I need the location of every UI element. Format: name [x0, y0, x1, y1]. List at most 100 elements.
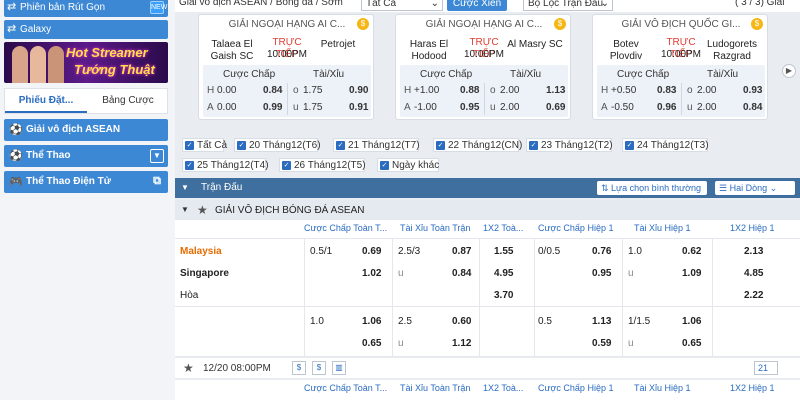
h1-ou-under-odd[interactable]: 1.09 [682, 268, 701, 279]
league-title: GIẢI VÔ ĐỊCH BÓNG ĐÁ ASEAN [215, 205, 365, 216]
handicap-odd[interactable]: 0.95 [460, 102, 479, 113]
date-filter-label: 20 Tháng12(T6) [249, 140, 321, 151]
match-card[interactable]: GIẢI NGOẠI HẠNG AI C... $ Talaea El Gaish … [198, 14, 374, 120]
nav-asean-championship[interactable]: ⚽ Giải vô địch ASEAN [4, 119, 168, 141]
sort-icon: ⇅ [601, 183, 612, 193]
alt-ou-over-odd[interactable]: 0.60 [452, 316, 471, 327]
alt-h1-ou-over-odd[interactable]: 1.06 [682, 316, 701, 327]
h1-x12-home-odd[interactable]: 2.13 [744, 246, 763, 257]
handicap-line: 0.00 [217, 85, 237, 96]
side-label: H [404, 85, 412, 96]
away-team: Petrojet [320, 39, 356, 50]
alt-h1-handicap-away-odd[interactable]: 0.59 [592, 338, 611, 349]
page-size-select[interactable]: 21 ⌄ [754, 361, 778, 385]
match-card[interactable]: GIẢI VÔ ĐỊCH QUỐC GI... $ Botev Plovdiv TRỰ… [592, 14, 768, 120]
handicap-odd[interactable]: 0.83 [657, 85, 676, 96]
column-divider [304, 238, 305, 356]
date-filter-checkbox[interactable]: ✓ 20 Tháng12(T6) [234, 138, 321, 152]
date-filter-checkbox[interactable]: ✓ 24 Tháng12(T3) [622, 138, 709, 152]
nav-sports[interactable]: ⚽ Thể Thao ▼ [4, 145, 168, 167]
alt-ou-under-odd[interactable]: 1.12 [452, 338, 471, 349]
handicap-odd[interactable]: 0.96 [657, 102, 676, 113]
chevron-down-icon[interactable]: ▼ [181, 183, 189, 192]
hot-streamer-banner[interactable]: Hot Streamer Tướng Thuật [4, 42, 168, 83]
chevron-down-icon[interactable]: ▼ [181, 205, 189, 214]
column-header: Cược Chấp Toàn T... [304, 223, 388, 233]
sort-mode-select[interactable]: ⇅ Lựa chọn bình thường ⌄ [597, 181, 707, 207]
nav-esports[interactable]: 🎮 Thể Thao Điện Tử ⧉ [4, 171, 168, 193]
line-mode-select[interactable]: ☰ Hai Dòng ⌄ [715, 181, 795, 195]
ou-odd[interactable]: 0.69 [546, 102, 565, 113]
handicap-home-odd[interactable]: 0.69 [362, 246, 381, 257]
streamer-figure [30, 46, 46, 83]
date-filter-checkbox[interactable]: ✓ 21 Tháng12(T7) [333, 138, 420, 152]
left-sidebar: ⇄ Phiên bản Rút Gọn NEW ⇄ Galaxy Hot Str… [0, 0, 175, 400]
alt-handicap-away-odd[interactable]: 0.65 [362, 338, 381, 349]
h1-handicap-home-odd[interactable]: 0.76 [592, 246, 611, 257]
h1-x12-away-odd[interactable]: 4.85 [744, 268, 763, 279]
dollar-icon[interactable]: $ [312, 361, 326, 375]
handicap-line: 0.5/1 [310, 246, 333, 257]
galaxy-label: Galaxy [20, 24, 52, 35]
ou-odd[interactable]: 1.13 [546, 85, 565, 96]
ou-line: 2.5/3 [398, 246, 421, 257]
ou-odd[interactable]: 0.93 [743, 85, 762, 96]
x12-draw-odd[interactable]: 3.70 [494, 290, 513, 301]
ou-line: 2.00 [500, 85, 520, 96]
chevron-down-icon[interactable]: ▼ [150, 149, 164, 163]
chevron-right-icon[interactable]: ▶ [782, 64, 796, 78]
h1-x12-draw-odd[interactable]: 2.22 [744, 290, 763, 301]
nav-label: Thể Thao Điện Tử [26, 176, 112, 187]
ou-odd[interactable]: 0.91 [349, 102, 368, 113]
market-select[interactable]: Tất Cả ⌄ [361, 0, 443, 11]
odds-row: H +0.50 0.83 o 2.00 0.93 [597, 85, 765, 103]
h1-ou-over-odd[interactable]: 0.62 [682, 246, 701, 257]
ou-under-odd[interactable]: 0.84 [452, 268, 471, 279]
date-filter-checkbox[interactable]: ✓ Tất Cả [182, 138, 227, 152]
date-filter-checkbox[interactable]: ✓ 22 Tháng12(CN) [433, 138, 522, 152]
parlay-button[interactable]: Cược Xiên [447, 0, 507, 11]
h1-handicap-away-odd[interactable]: 0.95 [592, 268, 611, 279]
column-header: 1X2 Toà... [483, 383, 524, 393]
chevron-down-icon: ⌄ [430, 0, 439, 9]
tab-bet-list[interactable]: Bảng Cược [87, 89, 169, 113]
galaxy-button[interactable]: ⇄ Galaxy [4, 20, 168, 39]
alt-handicap-home-odd[interactable]: 1.06 [362, 316, 381, 327]
column-divider [479, 238, 480, 356]
ou-over-odd[interactable]: 0.87 [452, 246, 471, 257]
match-filter-select[interactable]: Bộ Lọc Trận Đấu ⌄ [523, 0, 613, 11]
handicap-odd[interactable]: 0.88 [460, 85, 479, 96]
handicap-odd[interactable]: 0.84 [263, 85, 282, 96]
ou-side: o [687, 85, 693, 96]
bet-tabs: Phiếu Đặt... Bảng Cược [4, 88, 168, 114]
card-league: GIẢI NGOẠI HẠNG AI C... [425, 19, 543, 30]
ou-odd[interactable]: 0.84 [743, 102, 762, 113]
tab-bet-slip[interactable]: Phiếu Đặt... [5, 89, 87, 113]
column-header: 1X2 Toà... [483, 223, 524, 233]
soccer-ball-icon: ⚽ [9, 124, 23, 136]
ou-line: 1.75 [303, 85, 323, 96]
column-header: 1X2 Hiệp 1 [730, 223, 775, 233]
date-filter-checkbox[interactable]: ✓ 26 Tháng12(T5) [279, 158, 366, 172]
coin-icon: $ [751, 18, 763, 30]
alt-h1-ou-under-odd[interactable]: 0.65 [682, 338, 701, 349]
breadcrumb: Giải vô địch ASEAN / Bóng đá / Sớm [179, 0, 343, 8]
alt-ou-line: 2.5 [398, 316, 412, 327]
league-row[interactable]: ▼ ★ GIẢI VÔ ĐỊCH BÓNG ĐÁ ASEAN [175, 200, 800, 220]
stats-icon[interactable]: ▥ [332, 361, 346, 375]
match-card[interactable]: GIẢI NGOẠI HẠNG AI C... $ Haras El Hodood T… [395, 14, 571, 120]
date-filter-checkbox[interactable]: ✓ Ngày khác [377, 158, 439, 172]
date-filter-checkbox[interactable]: ✓ 25 Tháng12(T4) [182, 158, 269, 172]
handicap-odd[interactable]: 0.99 [263, 102, 282, 113]
dollar-icon[interactable]: $ [292, 361, 306, 375]
x12-away-odd[interactable]: 4.95 [494, 268, 513, 279]
external-link-icon[interactable]: ⧉ [150, 175, 164, 189]
alt-h1-handicap-home-odd[interactable]: 1.13 [592, 316, 611, 327]
star-icon[interactable]: ★ [197, 203, 208, 217]
handicap-away-odd[interactable]: 1.02 [362, 268, 381, 279]
x12-home-odd[interactable]: 1.55 [494, 246, 513, 257]
compact-version-button[interactable]: ⇄ Phiên bản Rút Gọn NEW [4, 0, 168, 17]
ou-odd[interactable]: 0.90 [349, 85, 368, 96]
date-filter-checkbox[interactable]: ✓ 23 Tháng12(T2) [526, 138, 613, 152]
star-icon[interactable]: ★ [183, 361, 194, 375]
